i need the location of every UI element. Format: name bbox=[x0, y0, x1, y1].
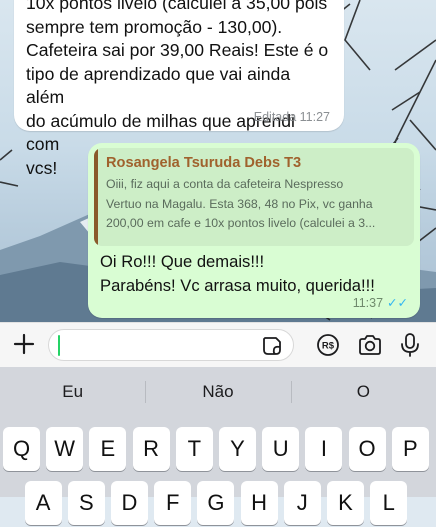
pix-payment-icon[interactable]: R$ bbox=[314, 331, 342, 359]
key-j[interactable]: J bbox=[283, 481, 321, 525]
key-f[interactable]: F bbox=[154, 481, 192, 525]
quote-accent-bar bbox=[94, 148, 98, 246]
edited-timestamp: Editada 11:27 bbox=[253, 110, 330, 124]
key-s[interactable]: S bbox=[67, 481, 105, 525]
message-input[interactable] bbox=[61, 330, 265, 360]
message-time: 11:37 bbox=[352, 295, 384, 310]
outgoing-message-bubble[interactable]: Rosangela Tsuruda Debs T3 Oiii, fiz aqui… bbox=[88, 143, 420, 318]
read-ticks-icon: ✓✓ bbox=[387, 296, 408, 310]
key-l[interactable]: L bbox=[370, 481, 408, 525]
key-a[interactable]: A bbox=[24, 481, 62, 525]
autocomplete-suggestions: Eu Não O bbox=[0, 367, 436, 417]
quote-author: Rosangela Tsuruda Debs T3 bbox=[106, 155, 302, 171]
key-y[interactable]: Y bbox=[219, 427, 256, 471]
chat-area: 10x pontos livelo (calculei a 35,00 pois… bbox=[0, 0, 436, 322]
key-o[interactable]: O bbox=[348, 427, 386, 471]
key-h[interactable]: H bbox=[240, 481, 278, 525]
message-status: 11:37 ✓✓ bbox=[352, 295, 408, 311]
key-p[interactable]: P bbox=[391, 427, 429, 471]
message-input-field[interactable] bbox=[48, 329, 294, 361]
key-t[interactable]: T bbox=[175, 427, 213, 471]
text-caret bbox=[58, 335, 60, 356]
microphone-icon[interactable] bbox=[396, 331, 424, 359]
outgoing-message-text: Oi Ro!!! Que demais!!! Parabéns! Vc arra… bbox=[100, 252, 375, 295]
key-u[interactable]: U bbox=[262, 427, 300, 471]
on-screen-keyboard: Eu Não O QWERTYUIOP ASDFGHJKL bbox=[0, 367, 436, 525]
camera-icon[interactable] bbox=[356, 331, 384, 359]
suggestion-2[interactable]: Não bbox=[145, 367, 290, 417]
suggestion-3[interactable]: O bbox=[290, 367, 436, 417]
message-input-bar: R$ bbox=[0, 322, 436, 367]
plus-icon[interactable] bbox=[10, 330, 38, 358]
key-g[interactable]: G bbox=[197, 481, 235, 525]
key-q[interactable]: Q bbox=[3, 427, 40, 471]
sticker-icon[interactable] bbox=[261, 335, 283, 357]
suggestion-1[interactable]: Eu bbox=[0, 367, 145, 417]
key-e[interactable]: E bbox=[89, 427, 127, 471]
key-w[interactable]: W bbox=[46, 427, 84, 471]
svg-text:R$: R$ bbox=[322, 341, 335, 352]
keyboard-row-1: QWERTYUIOP bbox=[0, 427, 436, 473]
key-r[interactable]: R bbox=[132, 427, 170, 471]
key-k[interactable]: K bbox=[327, 481, 364, 525]
quote-text: Oiii, fiz aqui a conta da cafeteira Nesp… bbox=[106, 177, 376, 230]
quoted-message[interactable]: Rosangela Tsuruda Debs T3 Oiii, fiz aqui… bbox=[94, 148, 414, 246]
key-d[interactable]: D bbox=[111, 481, 148, 525]
incoming-message-bubble[interactable]: 10x pontos livelo (calculei a 35,00 pois… bbox=[14, 0, 344, 178]
key-i[interactable]: I bbox=[305, 427, 343, 471]
keyboard-row-2: ASDFGHJKL bbox=[0, 481, 436, 527]
